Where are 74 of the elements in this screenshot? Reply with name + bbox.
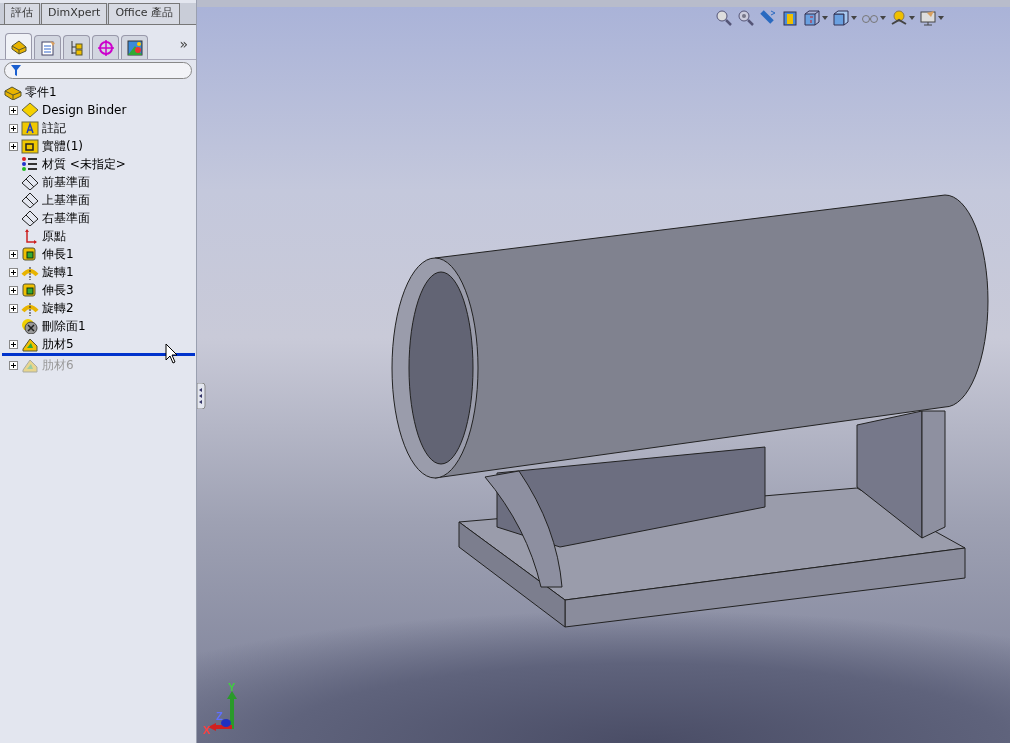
revolve-icon (21, 300, 39, 316)
tree-item[interactable]: 前基準面 (42, 173, 90, 191)
tree-item[interactable]: Design Binder (42, 101, 127, 119)
tree-item[interactable]: 肋材5 (42, 335, 74, 353)
tree-item[interactable]: 旋轉2 (42, 299, 74, 317)
toolbar-button[interactable] (832, 9, 857, 27)
material-icon (21, 156, 39, 172)
tree-item[interactable]: 上基準面 (42, 191, 90, 209)
cursor-icon (165, 343, 178, 364)
document-icon (38, 38, 57, 57)
panel-tab[interactable] (63, 35, 90, 59)
panel-tab[interactable] (34, 35, 61, 59)
filter-field[interactable] (4, 62, 192, 79)
plane-icon (21, 210, 39, 226)
monitor-icon (919, 9, 937, 27)
extrude-icon (21, 246, 39, 262)
toolbar-button[interactable] (919, 9, 944, 27)
rollback-bar[interactable] (2, 353, 195, 356)
more-tabs-button[interactable]: » (179, 34, 192, 59)
toolbar-button[interactable] (803, 9, 828, 27)
tree-item[interactable]: 材質 <未指定> (42, 155, 126, 173)
panel-tab[interactable]: Office 產品 (108, 3, 180, 24)
rib-icon (21, 357, 39, 373)
toolbar-button[interactable] (715, 9, 733, 27)
part-icon (4, 84, 22, 100)
expand-icon[interactable] (9, 249, 18, 259)
expand-icon[interactable] (9, 339, 18, 349)
body-folder-icon (21, 138, 39, 154)
tree-item[interactable]: 刪除面1 (42, 317, 86, 335)
toolbar-button[interactable] (737, 9, 755, 27)
expand-icon[interactable] (9, 123, 18, 133)
tree-item[interactable]: 伸長1 (42, 245, 74, 263)
axis-label: Z (216, 710, 223, 722)
tree-item[interactable]: 旋轉1 (42, 263, 74, 281)
magnifier-icon (737, 9, 755, 27)
diamond-icon (21, 102, 39, 118)
panel-tab[interactable] (121, 35, 148, 59)
magnifier-icon (715, 9, 733, 27)
panel-tab[interactable]: 評估 (4, 3, 40, 24)
revolve-icon (21, 264, 39, 280)
plane-icon (21, 174, 39, 190)
expand-icon[interactable] (9, 303, 18, 313)
grip-icon[interactable] (197, 383, 206, 409)
crosshair-icon (96, 38, 115, 57)
tree-item[interactable]: 註記 (42, 119, 66, 137)
axis-label: Y (228, 683, 236, 693)
filter-icon (11, 65, 21, 76)
section-icon (781, 9, 799, 27)
tree-item[interactable]: 零件1 (25, 83, 57, 101)
cube-icon (803, 9, 821, 27)
plane-icon (21, 192, 39, 208)
y-axis-arrow (227, 691, 237, 729)
expand-icon[interactable] (9, 285, 18, 295)
scene-icon (890, 9, 908, 27)
panel-tab[interactable]: DimXpert (41, 3, 108, 24)
expand-icon[interactable] (9, 267, 18, 277)
cube-icon (832, 9, 850, 27)
tree-item[interactable]: 原點 (42, 227, 66, 245)
expand-icon[interactable] (9, 105, 18, 115)
expand-icon[interactable] (9, 360, 18, 370)
tree-item[interactable]: 伸長3 (42, 281, 74, 299)
axis-label: X (203, 724, 211, 736)
colors-icon (125, 38, 144, 57)
tree-item[interactable]: 實體(1) (42, 137, 83, 155)
expand-icon[interactable] (9, 141, 18, 151)
rib-icon (21, 336, 39, 352)
annotation-folder-icon (21, 120, 39, 136)
tree-item[interactable]: 右基準面 (42, 209, 90, 227)
panel-tab[interactable] (92, 35, 119, 59)
delete-face-icon (21, 318, 39, 334)
toolbar-button[interactable] (890, 9, 915, 27)
extrude-icon (21, 282, 39, 298)
toolbar-button[interactable] (781, 9, 799, 27)
panel-tab[interactable] (5, 33, 32, 59)
